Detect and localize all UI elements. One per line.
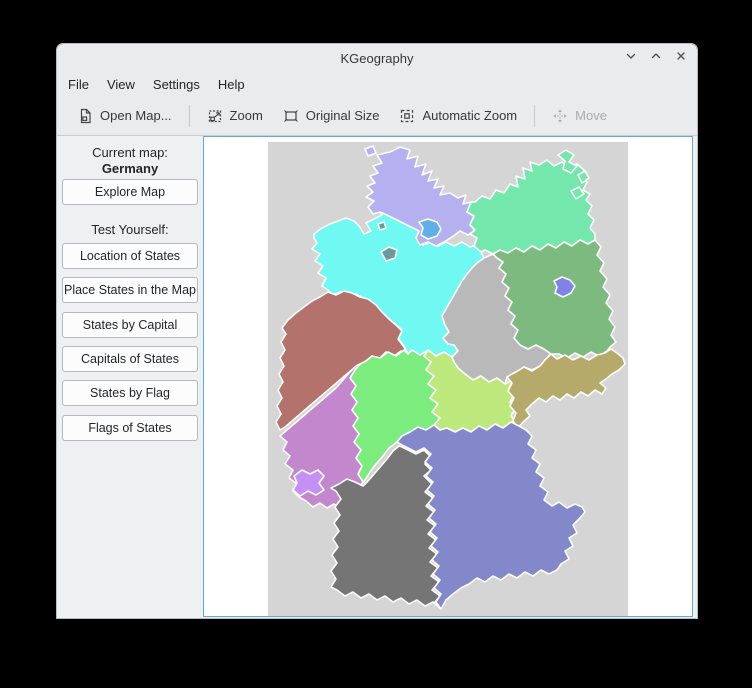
toolbar-separator — [189, 105, 190, 127]
quiz-button-flags-of-states[interactable]: Flags of States — [62, 415, 198, 441]
quiz-button-states-by-capital[interactable]: States by Capital — [62, 312, 198, 338]
menu-view[interactable]: View — [98, 74, 144, 95]
current-map-name: Germany — [57, 161, 203, 176]
state-hamburg[interactable] — [419, 219, 441, 239]
menubar: File View Settings Help — [57, 72, 697, 96]
quiz-button-place-states-in-map[interactable]: Place States in the Map — [62, 277, 198, 303]
close-button[interactable] — [673, 50, 689, 66]
open-map-icon — [77, 108, 93, 124]
maximize-button[interactable] — [648, 50, 664, 66]
move-button: Move — [542, 103, 617, 129]
window-title: KGeography — [57, 51, 697, 66]
move-icon — [552, 108, 568, 124]
titlebar[interactable]: KGeography — [57, 44, 697, 72]
quiz-button-location-of-states[interactable]: Location of States — [62, 243, 198, 269]
zoom-button[interactable]: Zoom — [197, 103, 273, 129]
chevron-up-icon — [650, 49, 662, 67]
automatic-zoom-label: Automatic Zoom — [422, 108, 517, 123]
zoom-label: Zoom — [230, 108, 263, 123]
menu-help[interactable]: Help — [209, 74, 254, 95]
germany-map[interactable] — [268, 142, 628, 617]
map-viewport[interactable] — [203, 136, 693, 617]
window-controls — [623, 44, 689, 72]
toolbar: Open Map... Zoom Original Size — [57, 96, 697, 135]
current-map-label: Current map: — [57, 145, 203, 160]
quiz-button-states-by-flag[interactable]: States by Flag — [62, 380, 198, 406]
main-content: Current map: Germany Explore Map Test Yo… — [57, 135, 697, 618]
open-map-button[interactable]: Open Map... — [67, 103, 182, 129]
explore-map-button[interactable]: Explore Map — [62, 179, 198, 205]
kgeography-window: KGeography File View Settings Help — [57, 44, 697, 618]
toolbar-separator — [534, 105, 535, 127]
move-label: Move — [575, 108, 607, 123]
minimize-button[interactable] — [623, 50, 639, 66]
test-yourself-label: Test Yourself: — [57, 222, 203, 237]
state-bremen-bremerhaven[interactable] — [378, 222, 386, 230]
original-size-button[interactable]: Original Size — [273, 103, 390, 129]
original-size-icon — [283, 108, 299, 124]
close-icon — [675, 49, 687, 67]
sidebar: Current map: Germany Explore Map Test Yo… — [57, 136, 203, 618]
chevron-down-icon — [625, 49, 637, 67]
menu-settings[interactable]: Settings — [144, 74, 209, 95]
zoom-icon — [207, 108, 223, 124]
automatic-zoom-icon — [399, 108, 415, 124]
original-size-label: Original Size — [306, 108, 380, 123]
quiz-button-capitals-of-states[interactable]: Capitals of States — [62, 346, 198, 372]
automatic-zoom-button[interactable]: Automatic Zoom — [389, 103, 527, 129]
open-map-label: Open Map... — [100, 108, 172, 123]
menu-file[interactable]: File — [59, 74, 98, 95]
state-saarland[interactable] — [293, 470, 324, 496]
